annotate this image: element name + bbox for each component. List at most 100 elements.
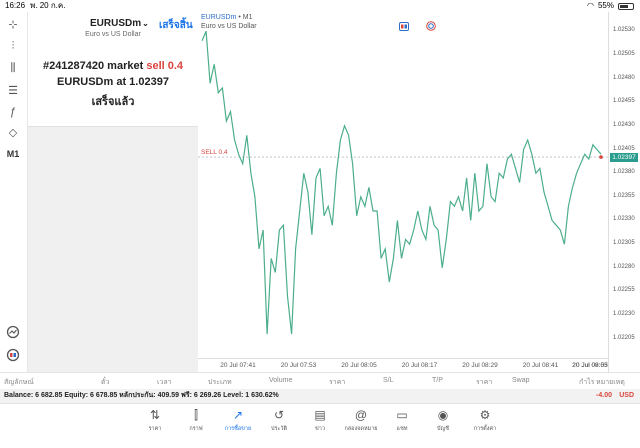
order-ticket-line: #241287420 market sell 0.4 — [28, 60, 198, 72]
col-symbol[interactable]: สัญลักษณ์ — [4, 377, 34, 388]
price-tick-label: 1.02480 — [613, 74, 635, 81]
charts-icon: ⫿ — [194, 408, 198, 422]
col-comment[interactable]: หมายเหตุ — [596, 377, 625, 388]
one-click-trading-icon[interactable] — [4, 347, 22, 363]
nav-history-label: ประวัติ — [270, 426, 288, 432]
balance-summary: Balance: 6 682.85 Equity: 6 678.85 หลักป… — [4, 392, 279, 399]
symbol-description: Euro vs US Dollar — [85, 31, 141, 38]
chart-type-icon[interactable]: ⫶ — [4, 38, 22, 54]
time-tick-label: 20 Jul 08:05 — [341, 362, 377, 369]
status-date: พ. 20 ก.ค. — [30, 1, 66, 10]
time-tick-label: 20 Jul 08:41 — [522, 362, 559, 369]
news-icon: ▤ — [314, 408, 326, 422]
nav-history[interactable]: ↺ ประวัติ — [259, 408, 299, 433]
price-chart[interactable]: EURUSDm • M1 Euro vs US Dollar SELL 0.4 … — [198, 12, 640, 372]
price-tick-label: 1.02255 — [613, 287, 635, 294]
indicators-icon[interactable]: ⫼ — [4, 60, 22, 76]
timeframe-button[interactable]: M1 — [4, 146, 22, 162]
time-axis: 20 Jul 07:41 20 Jul 07:53 20 Jul 08:05 20 J… — [198, 358, 608, 373]
nav-news[interactable]: ▤ ข่าว — [300, 408, 340, 433]
total-profit: -4.00 — [596, 392, 612, 399]
status-time: 16:26 — [5, 1, 26, 10]
wifi-icon: ◠ — [587, 1, 594, 10]
col-price[interactable]: ราคา — [329, 377, 345, 388]
nav-chat-label: แชท — [396, 426, 408, 432]
price-tick-label: 1.02430 — [613, 121, 635, 128]
time-tick-label: 20 Jul 07:41 — [220, 362, 256, 369]
price-tick-label: 1.02530 — [613, 27, 635, 34]
col-profit[interactable]: กำไร — [579, 377, 594, 388]
current-price-badge: 1.02397 — [610, 152, 638, 162]
nav-trade[interactable]: ↗ การซื้อขาย — [218, 408, 258, 433]
order-result-panel: EURUSDm⌄ เสร็จสิ้น Euro vs US Dollar #24… — [28, 12, 198, 372]
col-time[interactable]: เวลา — [157, 377, 172, 388]
price-tick-label: 1.02505 — [613, 50, 635, 57]
price-tick-label: 1.02205 — [613, 334, 635, 341]
time-tick-label: 20 Jul 09:05 — [572, 362, 608, 369]
order-execution-price: EURUSDm at 1.02397 — [57, 76, 169, 88]
nav-mailbox[interactable]: @ กล่องจดหมาย — [341, 408, 381, 433]
nav-chat[interactable]: ▭ แชท — [382, 408, 422, 433]
col-tp[interactable]: T/P — [432, 377, 443, 384]
price-series-line — [201, 30, 602, 335]
col-swap[interactable]: Swap — [512, 377, 530, 384]
price-tick-label: 1.02355 — [613, 192, 635, 199]
status-bar: 16:26 พ. 20 ก.ค. ◠ 55% — [0, 0, 640, 12]
account-icon: ◉ — [437, 408, 449, 422]
chat-icon: ▭ — [396, 408, 408, 422]
nav-charts-label: กราฟ — [189, 426, 203, 432]
battery-icon — [618, 2, 634, 10]
trade-level-icon[interactable] — [4, 324, 22, 340]
quotes-icon: ⇅ — [149, 408, 161, 422]
nav-account-label: บัญชี — [437, 426, 449, 432]
chart-plot[interactable] — [198, 12, 608, 358]
nav-mailbox-label: กล่องจดหมาย — [344, 426, 378, 432]
time-tick-label: 20 Jul 08:17 — [401, 362, 438, 369]
mailbox-icon: @ — [354, 408, 368, 422]
left-toolbar: ⊹ ⫶ ⫼ ☰ ƒ ◇ M1 — [0, 12, 28, 372]
nav-account[interactable]: ◉ บัญชี — [423, 408, 463, 433]
trade-chart-icon: ↗ — [232, 408, 244, 422]
order-result-card: EURUSDm⌄ เสร็จสิ้น Euro vs US Dollar #24… — [28, 12, 198, 127]
nav-settings-label: การตั้งค่า — [473, 426, 497, 432]
settings-sliders-icon[interactable]: ☰ — [4, 82, 22, 98]
chevron-down-icon: ⌄ — [142, 19, 149, 28]
bottom-navigation: ⇅ ราคา ⫿ กราฟ ↗ การซื้อขาย ↺ ประวัติ ▤ ข่าว @… — [0, 403, 640, 448]
order-ticket-text: #241287420 market — [42, 60, 147, 72]
account-balance-bar: Balance: 6 682.85 Equity: 6 678.85 หลักป… — [0, 389, 640, 403]
price-tick-label: 1.02330 — [613, 216, 635, 223]
nav-settings[interactable]: ⚙ การตั้งค่า — [465, 408, 505, 433]
nav-trade-label: การซื้อขาย — [224, 426, 252, 432]
col-volume[interactable]: Volume — [269, 377, 292, 384]
battery-percent: 55% — [597, 1, 614, 10]
price-tick-label: 1.02280 — [613, 263, 635, 270]
function-icon[interactable]: ƒ — [4, 104, 22, 120]
settings-gear-icon: ⚙ — [479, 408, 491, 422]
order-sell-volume: sell 0.4 — [146, 60, 184, 72]
col-ticket[interactable]: ตั๋ว — [101, 377, 109, 388]
col-current-price[interactable]: ราคา — [476, 377, 492, 388]
price-tick-label: 1.02455 — [613, 98, 635, 105]
sell-position-label[interactable]: SELL 0.4 — [201, 149, 228, 156]
col-type[interactable]: ประเภท — [208, 377, 232, 388]
price-tick-label: 1.02305 — [613, 240, 635, 247]
nav-charts[interactable]: ⫿ กราฟ — [176, 408, 216, 433]
symbol-name: EURUSDm — [90, 18, 142, 29]
nav-quotes-label: ราคา — [148, 426, 162, 432]
nav-news-label: ข่าว — [315, 426, 325, 432]
price-axis: 1.02530 1.02505 1.02480 1.02455 1.02430 1.024… — [608, 12, 640, 372]
sell-entry-marker — [599, 155, 603, 159]
positions-table-header: สัญลักษณ์ ตั๋ว เวลา ประเภท Volume ราคา S… — [0, 372, 640, 390]
symbol-selector[interactable]: EURUSDm⌄ — [90, 18, 149, 29]
order-status-text: เสร็จแล้ว — [91, 96, 135, 108]
price-tick-label: 1.02405 — [613, 145, 635, 152]
price-tick-label: 1.02230 — [613, 311, 635, 318]
col-sl[interactable]: S/L — [383, 377, 394, 384]
nav-quotes[interactable]: ⇅ ราคา — [135, 408, 175, 433]
crosshair-icon[interactable]: ⊹ — [4, 16, 22, 32]
time-tick-label: 20 Jul 07:53 — [280, 362, 317, 369]
time-tick-label: 20 Jul 08:29 — [462, 362, 498, 369]
price-tick-label: 1.02380 — [613, 169, 635, 176]
objects-icon[interactable]: ◇ — [4, 124, 22, 140]
history-icon: ↺ — [273, 408, 285, 422]
